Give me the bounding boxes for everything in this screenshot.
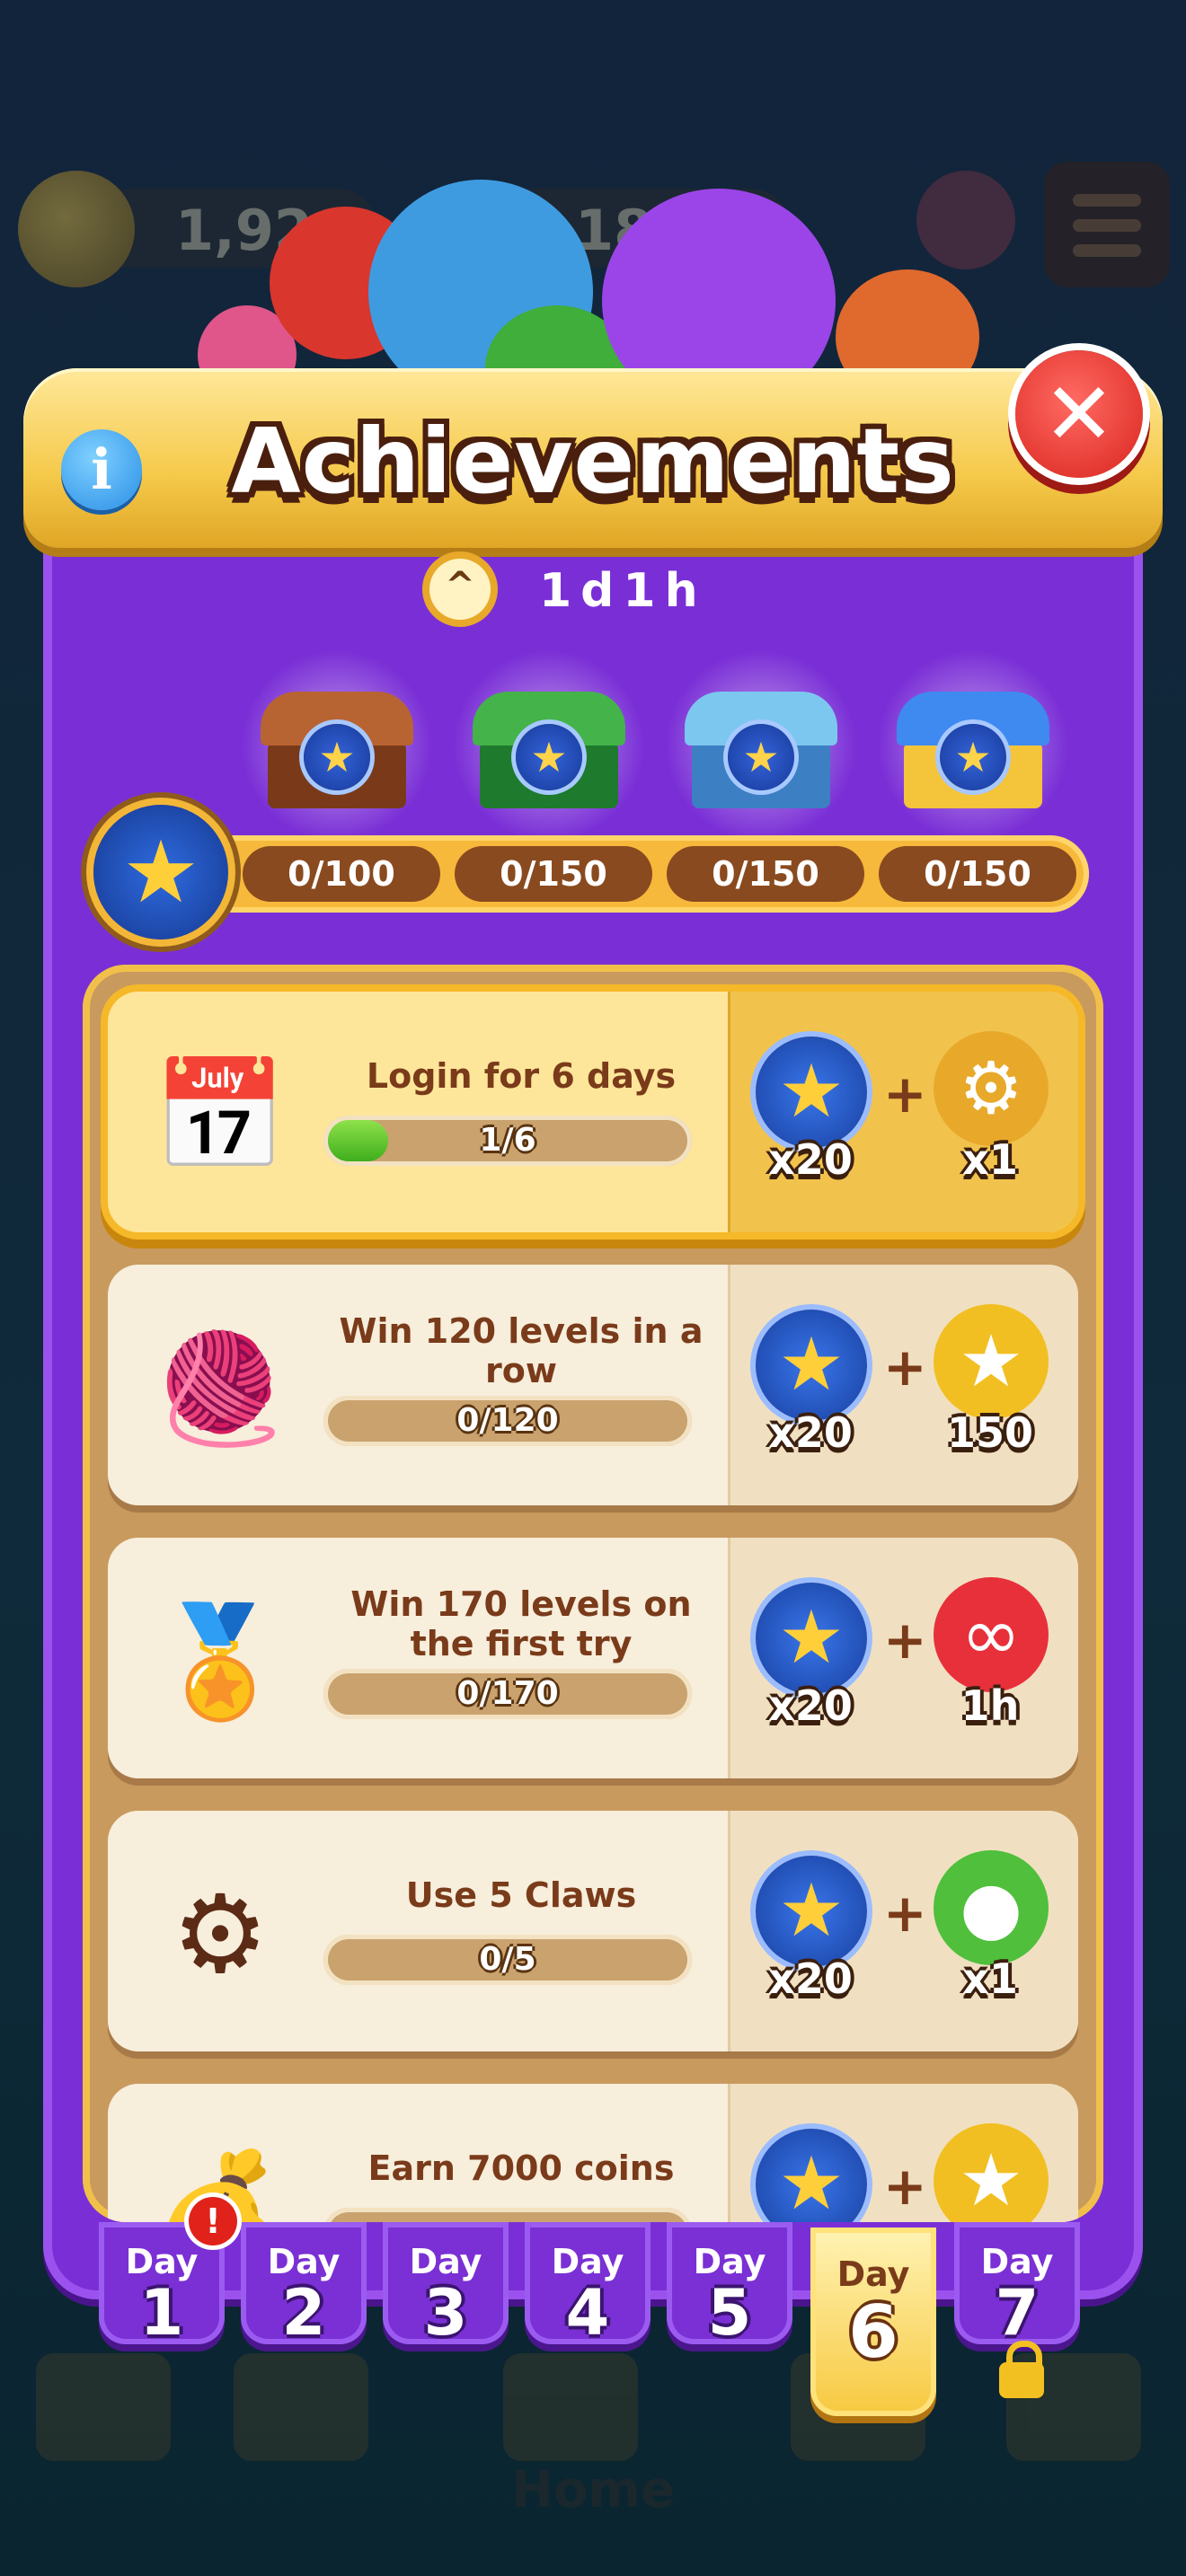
achievement-card[interactable]: 🏅 Win 170 levels on the first try 0/170 ★ x2… xyxy=(108,1538,1078,1778)
day-number: 4 xyxy=(565,2276,610,2350)
nav-basket-icon xyxy=(234,2353,368,2461)
page-title: Achievements xyxy=(231,409,955,514)
task-title: Login for 6 days xyxy=(366,1056,677,1096)
day-label: Day xyxy=(836,2254,910,2294)
task-progress-bar xyxy=(323,2208,692,2222)
item-reward-qty: 150 xyxy=(946,1408,1034,1457)
task-title: Use 5 Claws xyxy=(405,1875,637,1915)
achievement-card[interactable]: 💰 Earn 7000 coins ★ + ★ xyxy=(108,2084,1078,2222)
timer-text: 1d1h xyxy=(539,564,707,618)
plus-icon: + xyxy=(883,1063,927,1125)
claw-icon: ⚙ xyxy=(172,1873,269,1998)
milestone-value: 0/150 xyxy=(667,846,864,902)
info-button[interactable]: i xyxy=(61,429,142,510)
milestone-value: 0/150 xyxy=(879,846,1076,902)
task-title: Earn 7000 coins xyxy=(367,2148,675,2188)
reward-panel: ★ x20 + ∞ 1h xyxy=(728,1538,1078,1778)
chest-star-badge: ★ xyxy=(304,724,370,790)
claw-reward-icon: ⚙ xyxy=(934,1031,1049,1146)
task-progress-bar: 0/5 xyxy=(323,1935,692,1985)
achievement-card[interactable]: 🧶 Win 120 levels in a row 0/120 ★ x20 + ★ 150 xyxy=(108,1265,1078,1505)
item-reward-qty: 1h xyxy=(960,1681,1020,1730)
infinite-life-reward-icon: ∞ xyxy=(934,1577,1049,1692)
lock-icon xyxy=(999,2341,1044,2398)
achievement-card[interactable]: 📅 Login for 6 days 1/6 ★ x20 + ⚙ x1 xyxy=(108,992,1078,1232)
coin-reward-icon: ★ xyxy=(934,1304,1049,1419)
reward-panel: ★ x20 + ● x1 xyxy=(728,1811,1078,2051)
star-reward-icon: ★ xyxy=(756,1037,867,1148)
timer-icon: ^ xyxy=(429,559,491,620)
plus-icon: + xyxy=(883,1883,927,1944)
plus-icon: + xyxy=(883,1337,927,1398)
medal-icon: 🏅 xyxy=(153,1600,288,1725)
close-button[interactable]: ✕ xyxy=(1015,350,1143,478)
tab-day-6[interactable]: Day 6 xyxy=(810,2228,936,2416)
tab-day-4[interactable]: Day 4 xyxy=(525,2222,651,2344)
cat-booster-reward-icon: ● xyxy=(934,1850,1049,1965)
star-reward-icon: ★ xyxy=(756,1310,867,1421)
progress-text: 0/170 xyxy=(456,1675,559,1712)
star-reward-qty: x20 xyxy=(768,1954,853,2003)
chest-star-badge: ★ xyxy=(516,724,582,790)
nav-card-icon xyxy=(36,2353,171,2461)
plus-icon: + xyxy=(883,1610,927,1671)
star-reward-icon: ★ xyxy=(756,1583,867,1694)
star-medal-icon: ★ xyxy=(93,805,228,940)
coin-reward-icon: ★ xyxy=(934,2123,1049,2222)
nav-home-icon xyxy=(503,2353,638,2461)
progress-text: 0/120 xyxy=(456,1402,559,1439)
progress-text: 0/5 xyxy=(479,1941,536,1978)
tab-day-3[interactable]: Day 3 xyxy=(383,2222,509,2344)
calendar-icon: 📅 xyxy=(153,1054,288,1178)
task-title: Win 170 levels on the first try xyxy=(350,1584,692,1663)
tab-day-7[interactable]: Day 7 xyxy=(954,2222,1080,2344)
day-number: 1 xyxy=(139,2276,184,2350)
chest-star-badge: ★ xyxy=(728,724,794,790)
alert-badge: ! xyxy=(189,2197,237,2245)
star-reward-qty: x20 xyxy=(768,1681,853,1730)
star-reward-icon: ★ xyxy=(756,2129,867,2222)
day-number: 3 xyxy=(423,2276,468,2350)
reward-panel: ★ x20 + ⚙ x1 xyxy=(728,992,1078,1232)
milestone-value: 0/150 xyxy=(455,846,652,902)
gold-chest-icon[interactable]: ★ xyxy=(897,692,1049,808)
star-reward-qty: x20 xyxy=(768,1408,853,1457)
tab-day-2[interactable]: Day 2 xyxy=(241,2222,367,2344)
star-reward-icon: ★ xyxy=(756,1856,867,1967)
blue-chest-icon[interactable]: ★ xyxy=(685,692,837,808)
day-number: 6 xyxy=(848,2290,898,2374)
chest-star-badge: ★ xyxy=(940,724,1006,790)
item-reward-qty: x1 xyxy=(962,1954,1018,2003)
yarn-stack-icon: 🧶 xyxy=(153,1327,288,1451)
plus-icon: + xyxy=(883,2156,927,2217)
task-progress-bar: 1/6 xyxy=(323,1116,692,1166)
reward-panel: ★ x20 + ★ 150 xyxy=(728,1265,1078,1505)
task-progress-bar: 0/120 xyxy=(323,1396,692,1446)
green-chest-icon[interactable]: ★ xyxy=(473,692,625,808)
reward-panel: ★ + ★ xyxy=(728,2084,1078,2222)
day-number: 5 xyxy=(707,2276,752,2350)
star-reward-qty: x20 xyxy=(768,1135,853,1184)
day-number: 7 xyxy=(995,2276,1040,2350)
tab-day-5[interactable]: Day 5 xyxy=(667,2222,792,2344)
day-number: 2 xyxy=(281,2276,326,2350)
nav-home-label: Home xyxy=(511,2461,675,2519)
task-title: Win 120 levels in a row xyxy=(339,1311,704,1390)
task-list[interactable]: 📅 Login for 6 days 1/6 ★ x20 + ⚙ x1 🧶 Win 120 lev… xyxy=(83,965,1103,2222)
item-reward-qty: x1 xyxy=(962,1135,1018,1184)
achievement-card[interactable]: ⚙ Use 5 Claws 0/5 ★ x20 + ● x1 xyxy=(108,1811,1078,2051)
milestone-progress-bar: 0/100 0/150 0/150 0/150 xyxy=(117,835,1089,913)
wooden-chest-icon[interactable]: ★ xyxy=(261,692,413,808)
progress-text: 1/6 xyxy=(479,1122,536,1159)
milestone-value: 0/100 xyxy=(243,846,440,902)
task-progress-bar: 0/170 xyxy=(323,1669,692,1719)
